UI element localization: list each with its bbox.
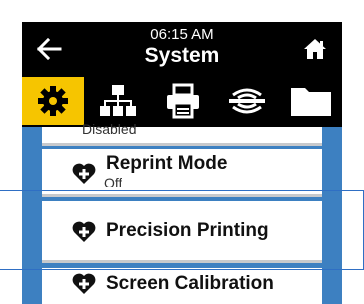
list-item-precision-printing[interactable]: Precision Printing [42,201,322,263]
list-item-label: Reprint Mode [106,153,228,174]
wireless-sensor-icon [229,88,265,114]
gear-icon [38,86,68,116]
list-item-label: Precision Printing [106,220,269,241]
heart-plus-icon [72,221,96,242]
tab-bar [22,75,342,127]
heart-plus-icon [72,273,96,294]
tab-settings[interactable] [22,77,84,125]
list-item-value: Off [104,175,123,187]
list-item-value: Disabled [82,121,137,137]
home-icon [304,38,326,59]
home-button[interactable] [288,22,342,75]
tab-print[interactable] [152,77,214,125]
header-bar: 06:15 AM System [22,22,342,75]
printer-screen: 06:15 AM System Disabled Reprint Mode Of… [22,22,342,304]
heart-plus-icon [72,163,96,184]
tab-network[interactable] [87,77,149,125]
tab-storage[interactable] [280,77,342,125]
network-icon [100,85,136,116]
printer-icon [167,83,199,119]
folder-icon [291,88,331,116]
tab-wireless[interactable] [216,77,278,125]
list-item-screen-calibration[interactable]: Screen Calibration [42,268,322,304]
list-item-label: Screen Calibration [106,273,274,294]
list-item[interactable]: Disabled [42,121,322,146]
list-item-reprint-mode[interactable]: Reprint Mode Off [42,149,322,197]
